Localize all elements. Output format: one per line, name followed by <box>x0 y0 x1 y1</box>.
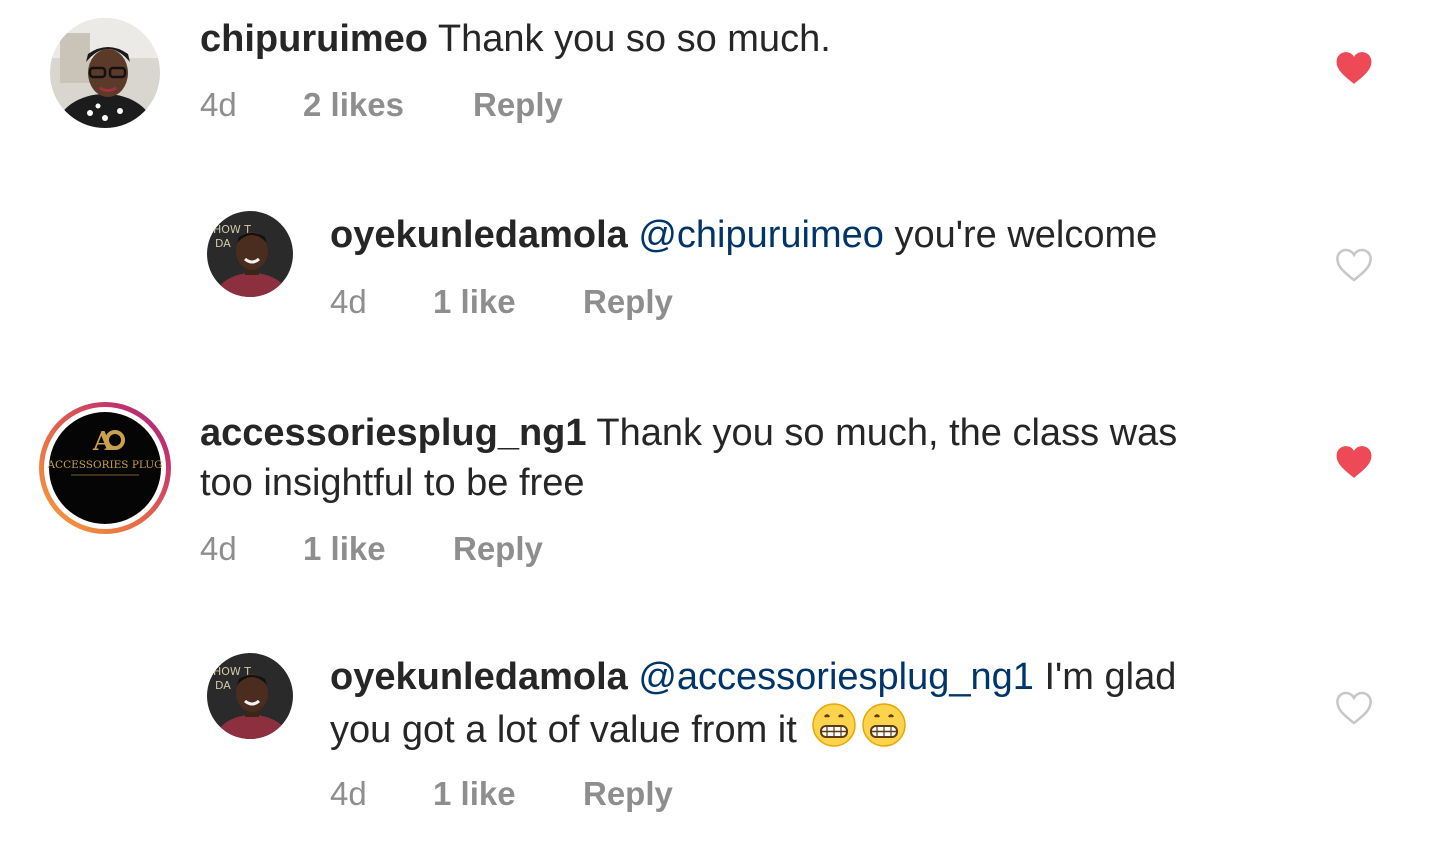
comment-message-line1: I'm glad <box>1033 656 1177 698</box>
reply-button[interactable]: Reply <box>583 775 673 813</box>
likes-count-link[interactable]: 1 like <box>433 283 516 321</box>
mention-link[interactable]: @accessoriesplug_ng1 <box>638 656 1034 698</box>
avatar-oyekunledamola[interactable]: HOW T DA <box>207 211 293 297</box>
comment-timestamp: 4d <box>330 775 367 812</box>
comment-username[interactable]: oyekunledamola <box>330 214 628 256</box>
svg-text:DA: DA <box>215 679 231 692</box>
avatar-chipuruimeo[interactable] <box>50 18 160 128</box>
comment-text: chipuruimeo Thank you so so much. <box>200 14 831 64</box>
heart-filled-icon[interactable] <box>1335 444 1373 480</box>
comment-timestamp: 4d <box>200 86 237 123</box>
comment-message: Thank you so so much. <box>428 18 831 60</box>
comment-message: you're welcome <box>883 214 1158 256</box>
grinning-emoji-icon <box>812 703 857 747</box>
reply-button[interactable]: Reply <box>583 283 673 321</box>
comment-message-line2: you got a lot of value from it <box>330 709 797 751</box>
reply-button[interactable]: Reply <box>453 530 543 568</box>
comment-username[interactable]: accessoriesplug_ng1 <box>200 412 587 454</box>
comment-timestamp: 4d <box>200 530 237 567</box>
avatar-logo-text: ACCESSORIES PLUG <box>46 459 162 471</box>
comment-text: oyekunledamola @accessoriesplug_ng1 I'm … <box>330 652 1310 755</box>
likes-count-link[interactable]: 2 likes <box>303 86 404 124</box>
reply-button[interactable]: Reply <box>473 86 563 124</box>
heart-outline-icon[interactable] <box>1335 247 1373 283</box>
grinning-emoji-icon <box>862 703 907 747</box>
comment-message-line1: Thank you so much, the class was <box>586 412 1178 454</box>
avatar-accessoriesplug-story-ring[interactable]: A ACCESSORIES PLUG <box>37 400 173 536</box>
heart-filled-icon[interactable] <box>1335 50 1373 86</box>
comment-text: oyekunledamola @chipuruimeo you're welco… <box>330 210 1157 260</box>
comment-username[interactable]: chipuruimeo <box>200 18 428 60</box>
heart-outline-icon[interactable] <box>1335 690 1373 726</box>
comment-text: accessoriesplug_ng1 Thank you so much, t… <box>200 408 1300 508</box>
avatar-oyekunledamola[interactable]: HOW T DA <box>207 653 293 739</box>
svg-text:DA: DA <box>215 237 231 250</box>
comment-message-line2: too insightful to be free <box>200 462 585 504</box>
mention-link[interactable]: @chipuruimeo <box>638 214 884 256</box>
likes-count-link[interactable]: 1 like <box>433 775 516 813</box>
comment-timestamp: 4d <box>330 283 367 320</box>
comment-username[interactable]: oyekunledamola <box>330 656 628 698</box>
likes-count-link[interactable]: 1 like <box>303 530 386 568</box>
